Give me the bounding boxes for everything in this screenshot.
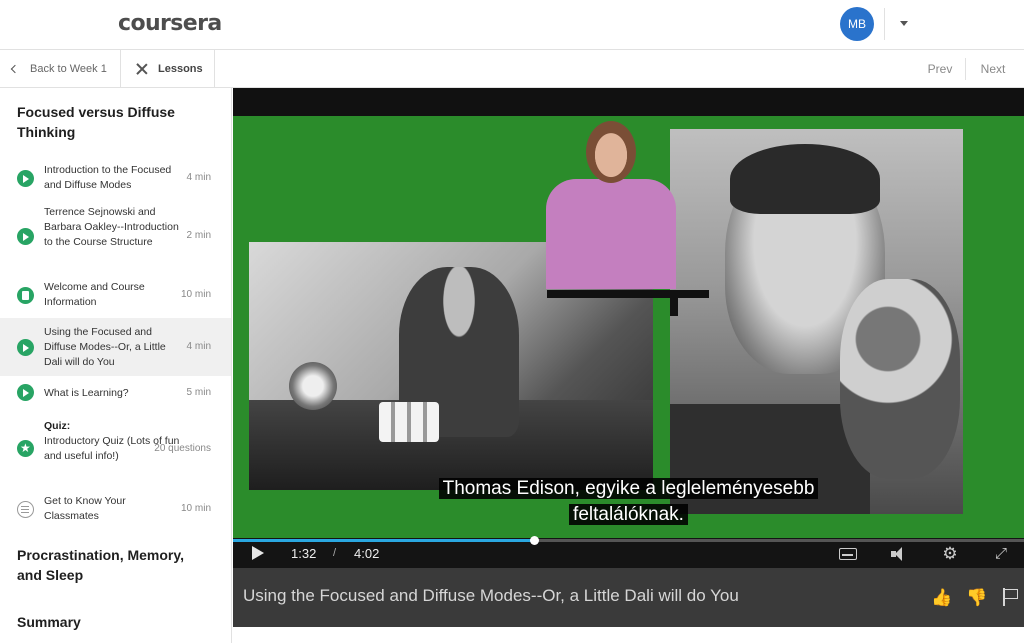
total-time: 4:02 — [354, 546, 380, 561]
user-avatar[interactable]: MB — [840, 7, 874, 41]
lesson-sidebar: Focused versus Diffuse Thinking Introduc… — [0, 88, 232, 643]
lesson-title: Introduction to the Focused and Diffuse … — [44, 164, 172, 191]
gear-icon[interactable]: ⚙ — [941, 545, 959, 563]
video-title: Using the Focused and Diffuse Modes--Or,… — [243, 586, 739, 605]
quiz-question-count: 20 questions — [154, 443, 211, 454]
close-icon — [136, 63, 148, 75]
thumbs-down-icon[interactable]: 👎 — [966, 588, 987, 608]
section-title-procrastination[interactable]: Procrastination, Memory, and Sleep — [0, 545, 210, 585]
presenter-head — [586, 121, 636, 183]
top-header: coursera MB — [0, 0, 1024, 50]
quiz-star-icon — [17, 440, 34, 457]
video-subtitles: Thomas Edison, egyike a legleleményesebb… — [233, 476, 1024, 528]
video-play-icon — [17, 170, 34, 187]
frame-divider — [670, 290, 678, 316]
lesson-item-introductory-quiz[interactable]: Quiz:Introductory Quiz (Lots of fun and … — [0, 416, 231, 482]
lesson-title: Terrence Sejnowski and Barbara Oakley--I… — [44, 206, 179, 248]
photo-ocelot — [840, 279, 960, 479]
closed-captions-icon[interactable] — [839, 548, 857, 560]
progress-scrubber[interactable] — [529, 536, 539, 545]
video-play-icon — [17, 228, 34, 245]
reading-icon — [17, 287, 34, 304]
flag-icon[interactable] — [1003, 588, 1019, 606]
frame-divider — [547, 290, 709, 298]
lesson-title: Using the Focused and Diffuse Modes--Or,… — [44, 326, 166, 368]
lesson-duration: 4 min — [186, 172, 211, 183]
coursera-logo[interactable]: coursera — [118, 11, 222, 36]
section-title-focused-diffuse[interactable]: Focused versus Diffuse Thinking — [0, 102, 200, 142]
lesson-duration: 5 min — [186, 387, 211, 398]
lessons-toggle-button[interactable]: Lessons — [121, 50, 215, 88]
subtitle-line-1: Thomas Edison, egyike a legleleményesebb — [438, 478, 819, 499]
prev-button[interactable]: Prev — [915, 50, 965, 88]
next-button[interactable]: Next — [966, 50, 1020, 88]
thumbs-up-icon[interactable]: 👍 — [931, 588, 952, 608]
chevron-left-icon — [10, 64, 20, 73]
lessons-label: Lessons — [158, 63, 203, 75]
section-title-summary[interactable]: Summary — [0, 612, 210, 632]
lesson-duration: 10 min — [180, 289, 211, 300]
back-to-week-button[interactable]: Back to Week 1 — [0, 50, 121, 88]
dali-photo — [670, 129, 963, 514]
volume-icon[interactable] — [891, 547, 909, 561]
quiz-title: Quiz: Introductory Quiz (Lots of fun and … — [44, 419, 180, 464]
play-icon[interactable] — [252, 546, 264, 560]
lesson-item-welcome-info[interactable]: Welcome and Course Information 10 min — [0, 276, 231, 314]
current-time: 1:32 — [291, 546, 317, 561]
progress-fill — [233, 539, 534, 542]
video-title-bar: Using the Focused and Diffuse Modes--Or,… — [233, 568, 1024, 627]
lesson-item-intro-focused-diffuse[interactable]: Introduction to the Focused and Diffuse … — [0, 160, 231, 198]
video-play-icon — [17, 384, 34, 401]
presenter-body — [546, 179, 676, 289]
header-divider — [884, 8, 885, 40]
lesson-nav-bar: Back to Week 1 Lessons Prev Next — [0, 50, 1024, 88]
video-frame[interactable]: Thomas Edison, egyike a legleleményesebb… — [233, 116, 1024, 538]
fullscreen-icon[interactable]: ⤢ — [993, 546, 1009, 562]
subtitle-line-2: feltalálóknak. — [569, 504, 688, 525]
video-letterbox — [233, 88, 1024, 116]
video-play-icon — [17, 339, 34, 356]
photo-flask — [289, 362, 337, 410]
quiz-prefix: Quiz: — [44, 420, 71, 432]
lesson-duration: 2 min — [186, 230, 211, 241]
lesson-duration: 10 min — [180, 503, 211, 514]
presenter — [541, 121, 681, 289]
photo-rolls — [379, 402, 439, 442]
lesson-title: Welcome and Course Information — [44, 281, 145, 308]
lesson-item-what-is-learning[interactable]: What is Learning? 5 min — [0, 382, 231, 404]
photo-hair — [730, 144, 880, 214]
lesson-item-get-to-know-classmates[interactable]: Get to Know Your Classmates 10 min — [0, 492, 231, 528]
lesson-title: What is Learning? — [44, 387, 129, 399]
back-to-week-label: Back to Week 1 — [30, 63, 107, 75]
time-separator: / — [333, 547, 337, 559]
discussion-icon — [17, 501, 34, 518]
lesson-title: Get to Know Your Classmates — [44, 495, 126, 522]
lesson-item-little-dali-active[interactable]: Using the Focused and Diffuse Modes--Or,… — [0, 318, 231, 376]
video-player[interactable]: Thomas Edison, egyike a legleleményesebb… — [233, 88, 1024, 627]
lesson-item-course-structure[interactable]: Terrence Sejnowski and Barbara Oakley--I… — [0, 202, 231, 268]
lesson-duration: 4 min — [186, 341, 211, 352]
account-dropdown-caret-icon[interactable] — [900, 21, 908, 26]
